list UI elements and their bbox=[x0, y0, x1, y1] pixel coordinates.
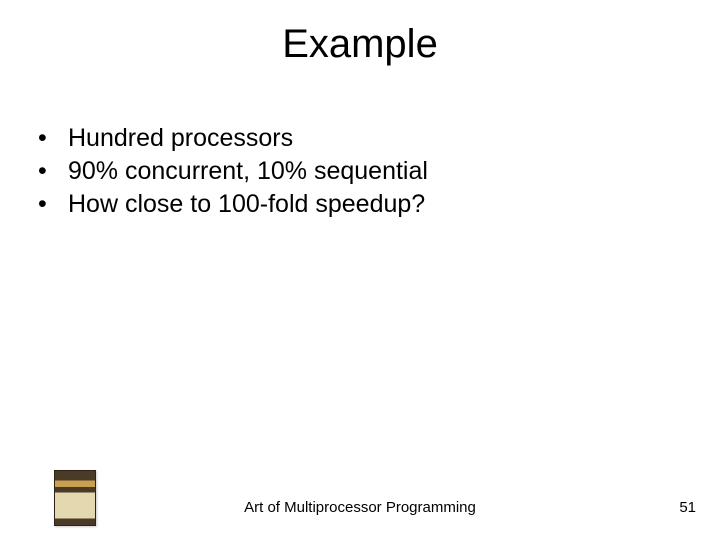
page-number: 51 bbox=[679, 499, 696, 516]
list-item-text: Hundred processors bbox=[68, 122, 293, 155]
list-item-text: How close to 100-fold speedup? bbox=[68, 188, 425, 221]
slide-title: Example bbox=[0, 22, 720, 67]
bullet-list: •Hundred processors •90% concurrent, 10%… bbox=[38, 122, 428, 221]
list-item: •90% concurrent, 10% sequential bbox=[38, 155, 428, 188]
book-icon bbox=[54, 470, 96, 526]
list-item: •Hundred processors bbox=[38, 122, 428, 155]
list-item-text: 90% concurrent, 10% sequential bbox=[68, 155, 428, 188]
list-item: •How close to 100-fold speedup? bbox=[38, 188, 428, 221]
bullet-dot: • bbox=[38, 188, 68, 221]
bullet-dot: • bbox=[38, 122, 68, 155]
bullet-dot: • bbox=[38, 155, 68, 188]
slide: Example •Hundred processors •90% concurr… bbox=[0, 0, 720, 540]
footer-text: Art of Multiprocessor Programming bbox=[0, 499, 720, 516]
